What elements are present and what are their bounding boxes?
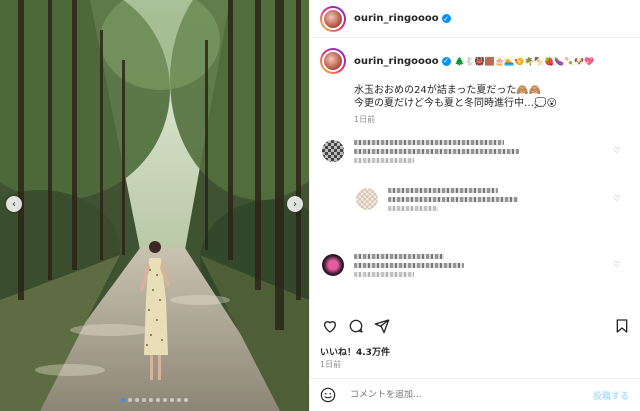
slide-dot xyxy=(142,398,146,402)
previous-slide-button[interactable]: ‹ xyxy=(6,196,22,212)
comment-blurred-text xyxy=(354,254,504,281)
comment-icon xyxy=(349,319,363,333)
comment-blurred-text xyxy=(354,140,519,167)
verified-icon: ✓ xyxy=(441,56,451,66)
instagram-post-modal: ‹ › ourin_ringoooo ✓ ourin_ringoooo ✓ 🌲🐇… xyxy=(0,0,640,411)
post-header: ourin_ringoooo ✓ xyxy=(310,0,640,38)
comment-input[interactable] xyxy=(350,390,550,400)
like-button[interactable] xyxy=(320,316,340,336)
caption-avatar[interactable] xyxy=(320,48,346,74)
header-username[interactable]: ourin_ringoooo xyxy=(354,13,439,24)
comment-avatar[interactable] xyxy=(356,188,378,210)
chevron-left-icon: ‹ xyxy=(12,198,16,210)
heart-icon xyxy=(323,321,337,333)
comment-avatar[interactable] xyxy=(322,254,344,276)
slide-dot xyxy=(128,398,132,402)
caption-username[interactable]: ourin_ringoooo xyxy=(354,56,439,67)
caption-line-2: 今更の夏だけど今も夏と冬同時進行中…💭😮 xyxy=(354,98,557,109)
post-age: 1日前 xyxy=(320,360,342,369)
comment-button[interactable] xyxy=(346,316,366,336)
slide-dot xyxy=(177,398,181,402)
likes-count[interactable]: いいね！4.3万件 xyxy=(320,345,390,358)
slide-dot xyxy=(184,398,188,402)
avatar[interactable] xyxy=(320,5,346,32)
chevron-right-icon: › xyxy=(293,198,297,210)
comment-blurred-text xyxy=(388,188,518,215)
comment-bar: 投稿する xyxy=(310,378,640,411)
share-icon xyxy=(374,319,390,334)
slide-dot xyxy=(135,398,139,402)
bookmark-icon xyxy=(616,319,628,333)
caption-line-1: 水玉おおめの24が詰まった夏だった🙈🙈 xyxy=(354,85,542,96)
post-photo[interactable]: ‹ › xyxy=(0,0,309,411)
reply-item xyxy=(356,188,616,215)
slide-dot xyxy=(156,398,160,402)
slide-dot xyxy=(163,398,167,402)
comment-item xyxy=(322,254,612,281)
comment-avatar[interactable] xyxy=(322,140,344,162)
forest-path-image xyxy=(0,0,309,411)
caption-text: 水玉おおめの24が詰まった夏だった🙈🙈 今更の夏だけど今も夏と冬同時進行中…💭😮 xyxy=(354,84,632,110)
comment-like-icon[interactable]: ♡ xyxy=(613,194,620,203)
slide-dot xyxy=(149,398,153,402)
share-button[interactable] xyxy=(372,316,392,336)
comment-item xyxy=(322,140,612,167)
save-button[interactable] xyxy=(612,316,632,336)
slide-indicator xyxy=(0,398,309,402)
caption-time: 1日前 xyxy=(354,115,376,124)
slide-dot xyxy=(121,398,125,402)
action-bar xyxy=(320,316,632,338)
post-details-pane: ourin_ringoooo ✓ ourin_ringoooo ✓ 🌲🐇👹🟫🎂🏊… xyxy=(309,0,640,411)
comment-like-icon[interactable]: ♡ xyxy=(613,260,620,269)
slide-dot xyxy=(170,398,174,402)
post-comment-button[interactable]: 投稿する xyxy=(593,389,629,402)
emoji-icon[interactable] xyxy=(320,387,336,403)
caption: ourin_ringoooo ✓ 🌲🐇👹🟫🎂🏊🍤🌴🍢🍓🍆🍡🐶💖 水玉おおめの24… xyxy=(320,48,632,125)
caption-emojis: 🌲🐇👹🟫🎂🏊🍤🌴🍢🍓🍆🍡🐶💖 xyxy=(454,56,595,66)
comment-like-icon[interactable]: ♡ xyxy=(613,146,620,155)
next-slide-button[interactable]: › xyxy=(287,196,303,212)
verified-icon: ✓ xyxy=(441,14,451,23)
